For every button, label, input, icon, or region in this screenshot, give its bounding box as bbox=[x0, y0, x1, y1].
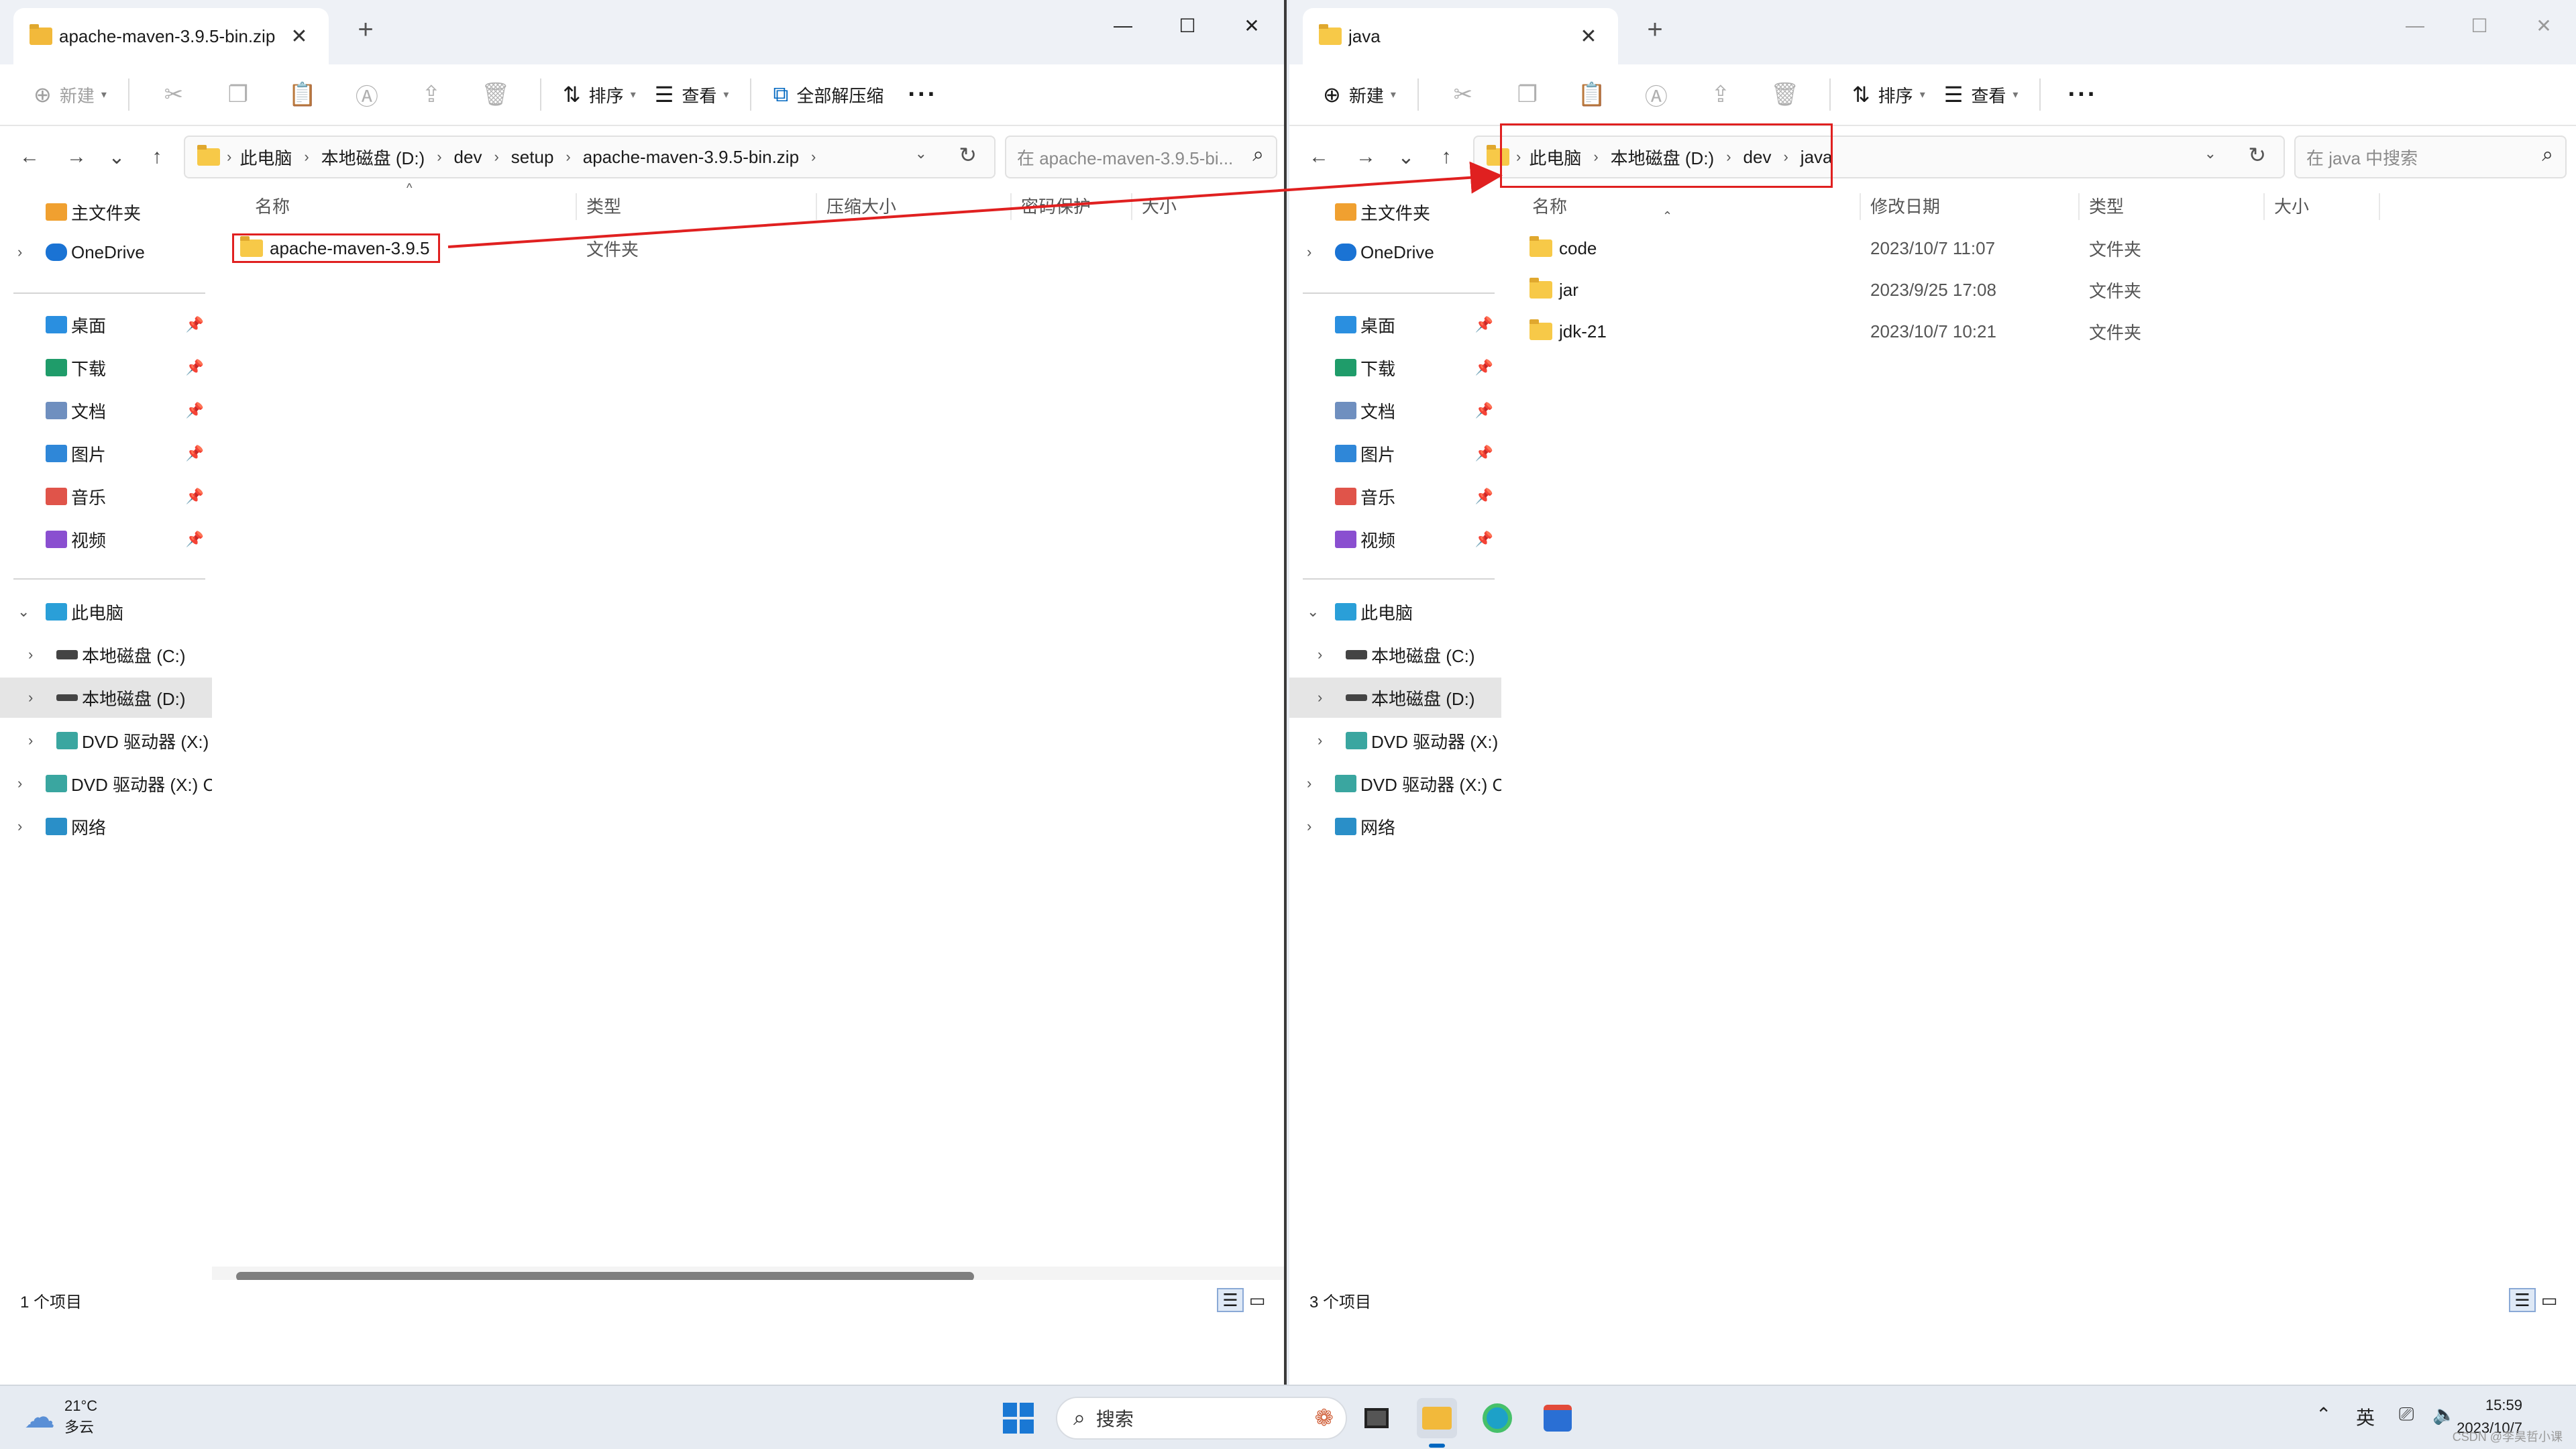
taskbar-search[interactable]: ⌕ 搜索 ❁ bbox=[1056, 1397, 1347, 1440]
file-explorer-icon[interactable] bbox=[1417, 1398, 1457, 1438]
watermark: CSDN @李昊哲小课 bbox=[2452, 1430, 2563, 1444]
start-button[interactable] bbox=[998, 1398, 1038, 1438]
chevron-up-icon[interactable]: ⌃ bbox=[2316, 1403, 2331, 1426]
network-status-icon[interactable]: ⎚ bbox=[2399, 1403, 2414, 1426]
weather-text: 21°C 多云 bbox=[64, 1395, 97, 1438]
taskbar: ☁ 21°C 多云 ⌕ 搜索 ❁ ⌃ 英 ⎚ 🔈 15:59 2023/10/7… bbox=[0, 1385, 2576, 1449]
temperature: 21°C bbox=[64, 1397, 98, 1414]
active-indicator bbox=[1429, 1444, 1445, 1448]
time: 15:59 bbox=[2485, 1397, 2522, 1413]
task-view-icon[interactable] bbox=[1356, 1398, 1397, 1438]
weather-condition: 多云 bbox=[64, 1419, 95, 1436]
weather-widget[interactable]: ☁ 21°C 多云 bbox=[24, 1395, 97, 1438]
search-highlight-icon: ❁ bbox=[1314, 1405, 1334, 1431]
annotation-arrow bbox=[447, 161, 1503, 248]
windows-icon bbox=[1003, 1403, 1034, 1434]
ime-indicator[interactable]: 英 bbox=[2356, 1403, 2375, 1430]
store-icon[interactable] bbox=[1538, 1398, 1578, 1438]
cloud-icon: ☁ bbox=[24, 1399, 55, 1434]
edge-icon[interactable] bbox=[1477, 1398, 1517, 1438]
volume-icon[interactable]: 🔈 bbox=[2432, 1403, 2456, 1426]
search-icon: ⌕ bbox=[1073, 1405, 1085, 1430]
